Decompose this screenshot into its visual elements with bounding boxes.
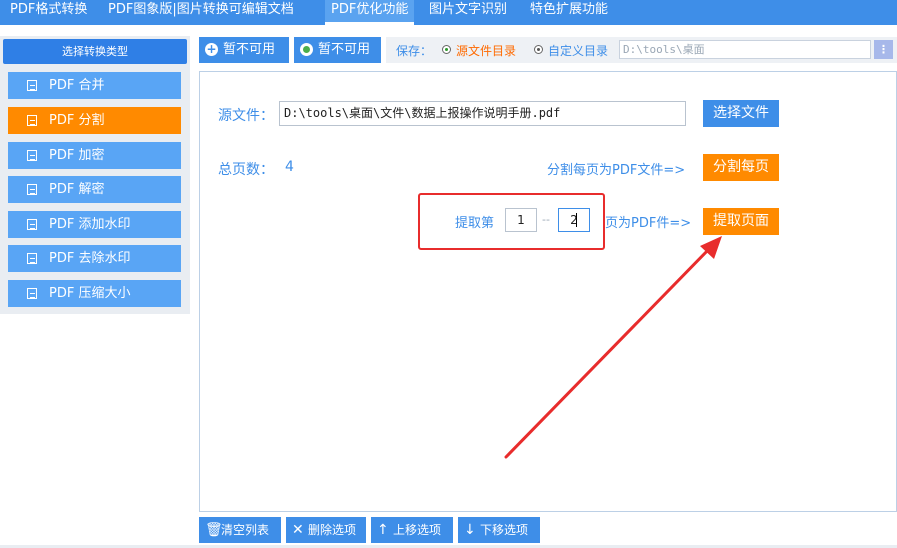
main-panel [199,71,897,512]
source-file-label: 源文件： [218,108,274,124]
sidebar-item-compress[interactable]: PDF 压缩大小 [8,280,181,307]
plus-circle-icon: + [205,42,218,56]
move-up-label: 上移选项 [393,523,442,537]
sidebar-item-remove-watermark[interactable]: PDF 去除水印 [8,245,181,272]
arrow-down-icon: ↓ [464,522,476,538]
circle-dot-icon [300,43,313,56]
choose-file-button[interactable]: 选择文件 [703,100,779,127]
tab-pdf-image[interactable]: PDF图象版|图片转换可编辑文档 [108,0,294,22]
pdf-icon [27,288,37,299]
pdf-icon [27,219,37,230]
split-each-text: 分割每页为PDF文件=> [547,163,686,178]
move-up-button[interactable]: ↑ 上移选项 [371,517,453,543]
delete-item-label: 删除选项 [308,523,357,537]
sidebar-item-label: PDF 分割 [49,113,105,128]
radio-source-dir[interactable] [442,45,451,54]
pdf-icon [27,150,37,161]
move-down-button[interactable]: ↓ 下移选项 [458,517,540,543]
sidebar-item-label: PDF 去除水印 [49,251,131,266]
arrow-up-icon: ↑ [377,522,389,538]
move-down-label: 下移选项 [480,523,529,537]
radio-custom-dir-label[interactable]: 自定义目录 [548,42,608,59]
browse-path-button[interactable]: ⋮ [874,40,893,59]
sidebar-item-add-watermark[interactable]: PDF 添加水印 [8,211,181,238]
sidebar-item-decrypt[interactable]: PDF 解密 [8,176,181,203]
sidebar-title: 选择转换类型 [3,39,187,64]
extract-suffix-label: 页为PDF件=> [605,216,692,231]
tab-extended[interactable]: 特色扩展功能 [530,0,608,22]
clear-list-button[interactable]: 🗑 清空列表 [199,517,281,543]
sidebar-item-split[interactable]: PDF 分割 [8,107,181,134]
extract-pages-button[interactable]: 提取页面 [703,208,779,235]
trash-icon: 🗑 [205,522,223,538]
source-file-input[interactable]: D:\tools\桌面\文件\数据上报操作说明手册.pdf [279,101,686,126]
total-pages-value: 4 [285,159,294,175]
split-each-button[interactable]: 分割每页 [703,154,779,181]
unavailable-label-1: 暂不可用 [223,42,276,57]
sidebar-item-encrypt[interactable]: PDF 加密 [8,142,181,169]
unavailable-button-2[interactable]: 暂不可用 [294,37,381,63]
sidebar-item-label: PDF 压缩大小 [49,286,131,301]
pdf-icon [27,115,37,126]
sidebar-item-label: PDF 合并 [49,78,105,93]
unavailable-button-1[interactable]: + 暂不可用 [199,37,289,63]
sidebar: 选择转换类型 PDF 合并 PDF 分割 PDF 加密 PDF 解密 PDF 添… [0,36,190,314]
pdf-icon [27,184,37,195]
top-tab-bar: PDF格式转换 PDF图象版|图片转换可编辑文档 PDF优化功能 图片文字识别 … [0,0,897,25]
custom-path-input[interactable]: D:\tools\桌面 [619,40,871,59]
unavailable-label-2: 暂不可用 [318,42,371,57]
radio-source-dir-label[interactable]: 源文件目录 [456,42,516,59]
sidebar-item-label: PDF 解密 [49,182,105,197]
close-icon: ✕ [292,522,304,538]
pdf-icon [27,80,37,91]
delete-item-button[interactable]: ✕ 删除选项 [286,517,366,543]
sidebar-item-merge[interactable]: PDF 合并 [8,72,181,99]
radio-custom-dir[interactable] [534,45,543,54]
tab-pdf-optimize[interactable]: PDF优化功能 [325,0,415,25]
tab-ocr[interactable]: 图片文字识别 [429,0,507,22]
tab-pdf-format[interactable]: PDF格式转换 [10,0,87,22]
annotation-highlight-box [418,193,605,250]
save-options-bar: 保存： 源文件目录 自定义目录 D:\tools\桌面 ⋮ [386,37,897,63]
sidebar-item-label: PDF 加密 [49,148,105,163]
total-pages-label: 总页数： [218,162,274,178]
pdf-icon [27,253,37,264]
save-label: 保存： [396,44,433,58]
clear-list-label: 清空列表 [221,523,270,537]
sidebar-item-label: PDF 添加水印 [49,217,131,232]
